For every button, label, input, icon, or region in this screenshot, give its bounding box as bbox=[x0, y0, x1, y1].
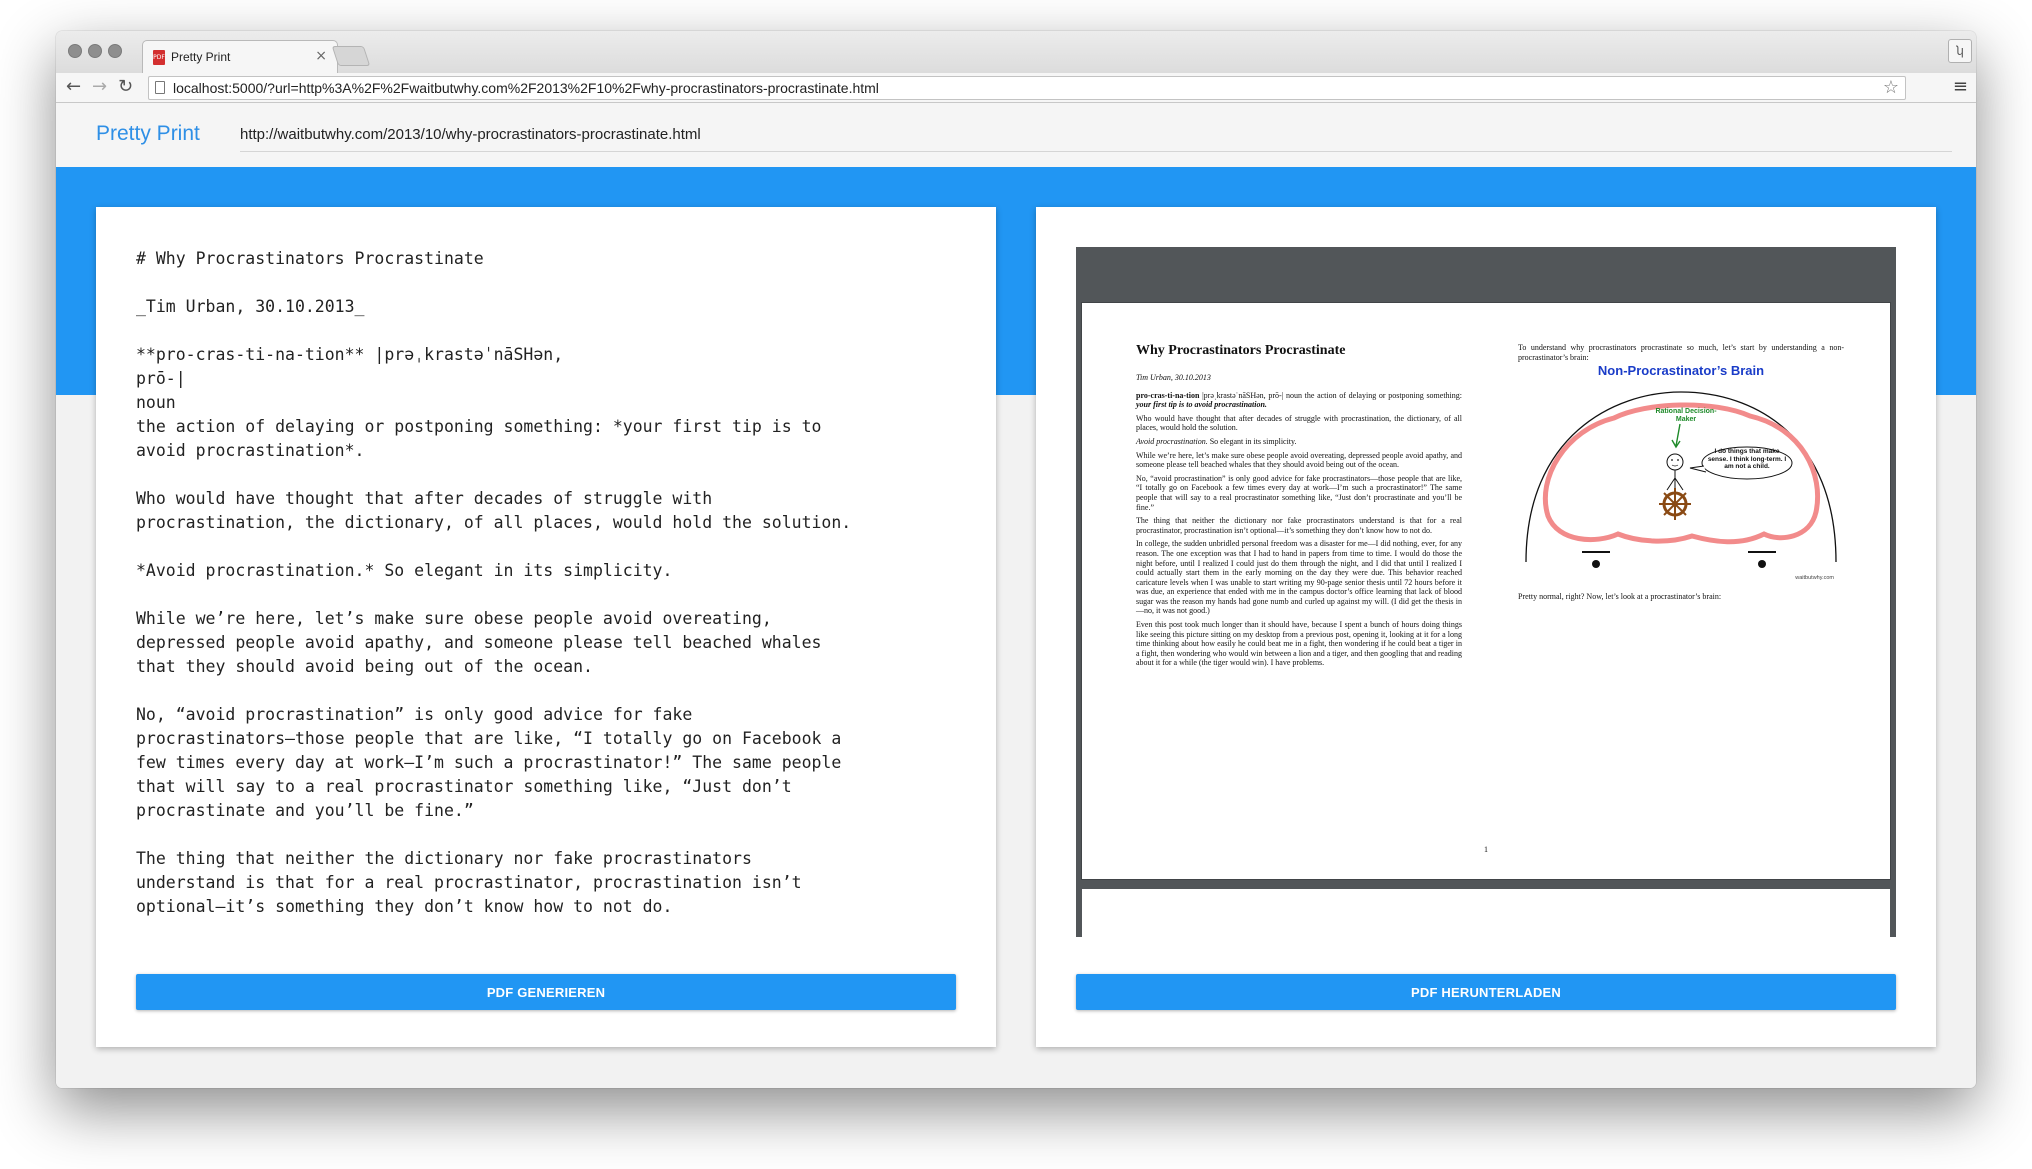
browser-tab[interactable]: PDF Pretty Print × bbox=[142, 40, 338, 73]
profile-button[interactable]: ʮ bbox=[1948, 39, 1972, 63]
pdf-paragraph: Even this post took much longer than it … bbox=[1136, 620, 1462, 668]
ship-wheel-icon bbox=[1659, 488, 1691, 521]
pdf-avoid-italic: Avoid procrastination. bbox=[1136, 436, 1208, 446]
reload-icon[interactable]: ↻ bbox=[118, 76, 133, 98]
brain-drawing bbox=[1525, 391, 1837, 569]
pdf-def-rest: |prəˌkrastəˈnāSHən, prō-| noun the actio… bbox=[1199, 390, 1462, 400]
pdf-paragraph: No, “avoid procrastination” is only good… bbox=[1136, 473, 1462, 512]
markdown-editor[interactable]: # Why Procrastinators Procrastinate _Tim… bbox=[136, 247, 956, 977]
generate-pdf-button[interactable]: PDF GENERIEREN bbox=[136, 974, 956, 1010]
pdf-column-left: Why Procrastinators Procrastinate Tim Ur… bbox=[1136, 343, 1462, 672]
pdf-page: Why Procrastinators Procrastinate Tim Ur… bbox=[1082, 303, 1890, 879]
pdf-paragraph: To understand why procrastinators procra… bbox=[1518, 343, 1844, 362]
markdown-card: # Why Procrastinators Procrastinate _Tim… bbox=[96, 207, 996, 1047]
browser-window: PDF Pretty Print × ʮ ← → ↻ localhost:500… bbox=[56, 31, 1976, 1088]
pdf-card: Why Procrastinators Procrastinate Tim Ur… bbox=[1036, 207, 1936, 1047]
main-content: # Why Procrastinators Procrastinate _Tim… bbox=[56, 167, 1976, 1088]
minimize-window-button[interactable] bbox=[88, 44, 102, 58]
url-input[interactable] bbox=[240, 117, 1952, 152]
tab-close-icon[interactable]: × bbox=[315, 48, 327, 64]
pdf-paragraph: The thing that neither the dictionary no… bbox=[1136, 516, 1462, 535]
brand-title[interactable]: Pretty Print bbox=[96, 122, 200, 146]
figure-speech: I do things that make sense. I think lon… bbox=[1707, 448, 1787, 471]
pdf-paragraph: Who would have thought that after decade… bbox=[1136, 413, 1462, 433]
tab-strip: PDF Pretty Print × ʮ bbox=[56, 31, 1976, 73]
pdf-avoid-rest: So elegant in its simplicity. bbox=[1207, 436, 1297, 446]
tab-title: Pretty Print bbox=[171, 50, 231, 64]
address-bar[interactable]: localhost:5000/?url=http%3A%2F%2Fwaitbut… bbox=[148, 76, 1906, 100]
close-window-button[interactable] bbox=[68, 44, 82, 58]
figure-label: Rational Decision-Maker bbox=[1655, 408, 1717, 424]
pdf-title: Why Procrastinators Procrastinate bbox=[1136, 343, 1346, 358]
pdf-next-page bbox=[1082, 889, 1890, 937]
pdf-favicon-icon: PDF bbox=[153, 50, 165, 65]
pdf-definition: pro-cras-ti-na-tion |prəˌkrastəˈnāSHən, … bbox=[1136, 391, 1462, 410]
address-url[interactable]: localhost:5000/?url=http%3A%2F%2Fwaitbut… bbox=[173, 80, 879, 96]
page-icon bbox=[155, 81, 165, 94]
zoom-window-button[interactable] bbox=[108, 44, 122, 58]
pdf-page-number: 1 bbox=[1484, 845, 1488, 854]
new-tab-button[interactable] bbox=[331, 46, 371, 66]
pdf-byline: Tim Urban, 30.10.2013 bbox=[1136, 373, 1211, 382]
forward-icon[interactable]: → bbox=[92, 76, 107, 98]
pdf-viewer[interactable]: Why Procrastinators Procrastinate Tim Ur… bbox=[1076, 247, 1896, 937]
bookmark-star-icon[interactable]: ☆ bbox=[1883, 77, 1899, 98]
brain-illustration: Non-Procrastinator’s Brain Rational Deci… bbox=[1518, 364, 1844, 588]
menu-icon[interactable]: ≡ bbox=[1953, 76, 1968, 97]
browser-toolbar: ← → ↻ localhost:5000/?url=http%3A%2F%2Fw… bbox=[56, 73, 1976, 103]
pdf-column-right: To understand why procrastinators procra… bbox=[1518, 343, 1844, 606]
figure-watermark: waitbutwhy.com bbox=[1795, 575, 1834, 582]
pdf-def-term: pro-cras-ti-na-tion bbox=[1136, 390, 1200, 400]
pdf-paragraph: Avoid procrastination. So elegant in its… bbox=[1136, 437, 1462, 447]
pdf-paragraph: Pretty normal, right? Now, let’s look at… bbox=[1518, 592, 1722, 602]
pdf-paragraph: In college, the sudden unbridled persona… bbox=[1136, 539, 1462, 616]
download-pdf-button[interactable]: PDF HERUNTERLADEN bbox=[1076, 974, 1896, 1010]
pdf-paragraph: While we’re here, let’s make sure obese … bbox=[1136, 450, 1462, 470]
back-icon[interactable]: ← bbox=[66, 76, 81, 98]
pdf-def-italic: your first tip is to avoid procrastinati… bbox=[1136, 400, 1267, 410]
app-header: Pretty Print bbox=[56, 103, 1976, 167]
